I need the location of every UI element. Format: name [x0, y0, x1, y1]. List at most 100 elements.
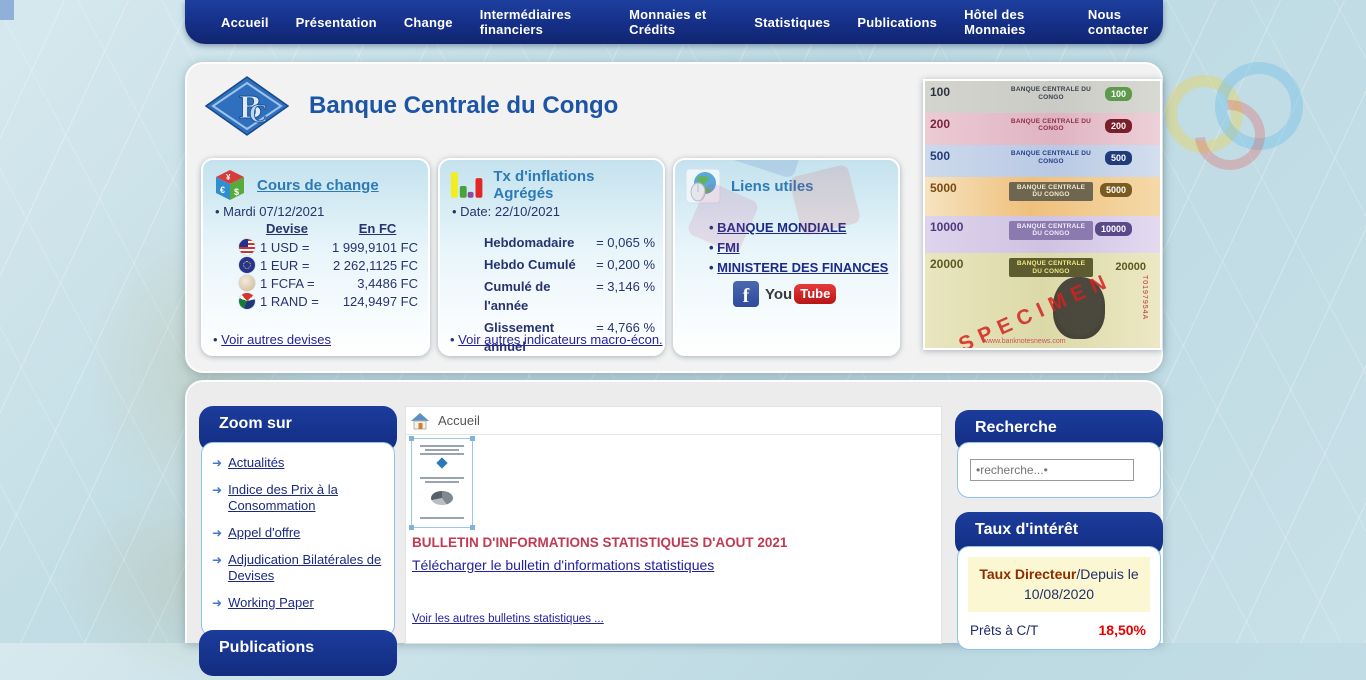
svg-text:¥: ¥	[226, 173, 231, 182]
bulletin-cover-art	[415, 445, 469, 519]
list-item: ➜ Appel d'offre	[212, 525, 386, 541]
currency-label: 1 USD =	[260, 240, 326, 255]
main-content: Accueil BULLETIN D'INFORMATIONS STATISTI…	[405, 406, 942, 644]
nav-item-monnaies[interactable]: Monnaies et Crédits	[629, 7, 727, 37]
bulletin-title: BULLETIN D'INFORMATIONS STATISTIQUES D'A…	[412, 535, 787, 550]
bank-name-text: BANQUE CENTRALE DU CONGO	[1009, 86, 1093, 101]
note-badge: 500	[1105, 151, 1132, 165]
inflation-date: Date: 22/10/2021	[452, 204, 655, 219]
card-liens-utiles: Liens utiles BANQUE MONDIALE FMI MINISTE…	[673, 158, 900, 356]
nav-item-accueil[interactable]: Accueil	[221, 15, 269, 30]
arrow-icon: ➜	[212, 455, 222, 471]
bulletin-thumbnail[interactable]	[412, 439, 472, 527]
more-bulletins-link[interactable]: Voir les autres bulletins statistiques .…	[412, 613, 604, 625]
bank-name-text: BANQUE CENTRALE DU CONGO	[1009, 258, 1093, 277]
card-inflation: Tx d'inflations Agrégés Date: 22/10/2021…	[438, 158, 665, 356]
note-badge: 20000	[1109, 259, 1152, 275]
cours-de-change-link[interactable]: Cours de change	[257, 177, 379, 194]
bank-name-text: BANQUE CENTRALE DU CONGO	[1009, 182, 1093, 201]
nav-item-statistiques[interactable]: Statistiques	[754, 15, 830, 30]
content-panel: Zoom sur ➜ Actualités ➜ Indice des Prix …	[185, 380, 1163, 643]
anniversary-logo-ring	[1181, 86, 1280, 185]
banque-mondiale-link[interactable]: BANQUE MONDIALE	[717, 220, 846, 235]
fmi-link[interactable]: FMI	[717, 240, 739, 255]
bank-name-text: BANQUE CENTRALE DU CONGO	[1009, 150, 1093, 165]
youtube-icon[interactable]: You Tube	[765, 284, 836, 304]
top-navigation: Accueil Présentation Change Intermédiair…	[185, 0, 1163, 44]
sidebar-item-working-paper[interactable]: Working Paper	[228, 595, 314, 611]
banknote-20000: 20000 BANQUE CENTRALE DU CONGO 20000 SPE…	[925, 253, 1160, 348]
download-bulletin-link[interactable]: Télécharger le bulletin d'informations s…	[412, 557, 714, 573]
change-date: Mardi 07/12/2021	[215, 204, 420, 219]
site-title: Banque Centrale du Congo	[309, 92, 618, 120]
breadcrumb-label: Accueil	[438, 413, 480, 428]
inflation-title: Tx d'inflations Agrégés	[493, 168, 655, 202]
table-row: Cumulé de l'année = 3,146 %	[484, 277, 655, 315]
currency-value: 2 262,1125 FC	[326, 258, 420, 273]
search-input[interactable]	[970, 459, 1134, 481]
arrow-icon: ➜	[212, 595, 222, 611]
currency-value: 3,4486 FC	[326, 276, 420, 291]
note-value: 20000	[930, 257, 963, 271]
bar-chart-icon	[450, 170, 483, 200]
nav-item-change[interactable]: Change	[404, 15, 453, 30]
home-icon	[410, 412, 430, 430]
list-item: BANQUE MONDIALE	[709, 220, 890, 235]
banknote-10000: 10000 BANQUE CENTRALE DU CONGO 10000	[925, 216, 1160, 253]
nav-item-intermediaires[interactable]: Intermédiaires financiers	[480, 7, 602, 37]
currency-cube-icon: ¥ € $	[213, 168, 247, 202]
youtube-tube-text: Tube	[794, 284, 836, 304]
social-links: f You Tube	[733, 281, 890, 307]
sidebar-item-indice-prix[interactable]: Indice des Prix à la Consommation	[228, 482, 386, 514]
breadcrumb: Accueil	[406, 407, 941, 435]
sidebar-item-adjudication[interactable]: Adjudication Bilatérales de Devises	[228, 552, 386, 584]
note-value: 200	[930, 117, 950, 131]
ministere-finances-link[interactable]: MINISTERE DES FINANCES	[717, 260, 888, 275]
inflation-value: = 3,146 %	[596, 277, 655, 315]
liens-utiles-title: Liens utiles	[731, 178, 814, 195]
rate-value: 18,50%	[1099, 622, 1146, 638]
voir-autres-devises-link[interactable]: Voir autres devises	[221, 332, 331, 347]
banknote-500: 500 BANQUE CENTRALE DU CONGO 500	[925, 145, 1160, 177]
card-cours-de-change: ¥ € $ Cours de change Mardi 07/12/2021 D…	[201, 158, 430, 356]
rate-row: Prêts à C/T 18,50%	[968, 612, 1150, 638]
taux-directeur-box: Taux Directeur/Depuis le 10/08/2020	[968, 557, 1150, 612]
currency-value: 124,9497 FC	[326, 294, 420, 309]
svg-text:€: €	[220, 185, 225, 195]
note-badge: 100	[1105, 87, 1132, 101]
sidebar-item-appel-offre[interactable]: Appel d'offre	[228, 525, 300, 541]
globe-mouse-icon	[685, 168, 721, 204]
voir-indicateurs-link[interactable]: Voir autres indicateurs macro-écon.	[458, 332, 662, 347]
bcc-logo: B C	[205, 76, 289, 136]
zoom-sur-panel: Zoom sur ➜ Actualités ➜ Indice des Prix …	[199, 406, 397, 637]
inflation-label: Hebdomadaire	[484, 233, 596, 252]
selection-handle	[470, 525, 475, 530]
bank-name-text: BANQUE CENTRALE DU CONGO	[1009, 221, 1093, 240]
watermark-url: www.banknotesnews.com	[985, 338, 1066, 345]
svg-text:C: C	[249, 99, 268, 128]
list-item: ➜ Indice des Prix à la Consommation	[212, 482, 386, 514]
inflation-label: Cumulé de l'année	[484, 277, 596, 315]
nav-item-presentation[interactable]: Présentation	[296, 15, 377, 30]
facebook-icon[interactable]: f	[733, 281, 759, 307]
selection-handle	[409, 525, 414, 530]
note-badge: 5000	[1100, 183, 1132, 197]
nav-item-hotel-monnaies[interactable]: Hôtel des Monnaies	[964, 7, 1061, 37]
banknotes-image: 100 BANQUE CENTRALE DU CONGO 100 200 BAN…	[923, 79, 1162, 350]
currency-label: 1 FCFA =	[260, 276, 326, 291]
svg-text:$: $	[234, 187, 239, 197]
anniversary-logo-ring	[1215, 62, 1303, 150]
nav-item-contacter[interactable]: Nous contacter	[1088, 7, 1163, 37]
note-badge: 10000	[1095, 222, 1132, 236]
search-panel: Recherche	[955, 410, 1163, 498]
nav-item-publications[interactable]: Publications	[857, 15, 937, 30]
us-flag-icon	[239, 239, 255, 255]
selection-handle	[470, 436, 475, 441]
note-value: 5000	[930, 181, 957, 195]
anniversary-logo-ring	[1165, 75, 1243, 153]
note-value: 500	[930, 149, 950, 163]
sidebar-item-actualites[interactable]: Actualités	[228, 455, 284, 471]
exchange-rate-table: Devise En FC 1 USD = 1 999,9101 FC 1 EUR…	[239, 221, 420, 309]
note-serial: T0197954A	[1141, 275, 1148, 320]
currency-value: 1 999,9101 FC	[326, 240, 420, 255]
